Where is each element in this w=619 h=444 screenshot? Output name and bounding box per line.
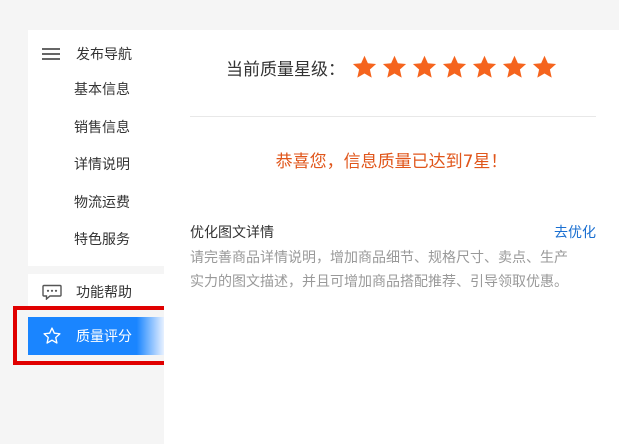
rating-label: 当前质量星级： (226, 59, 345, 80)
optimize-desc-line-2: 实力的图文描述，并且可增加商品搭配推荐、引导领取优惠。 (190, 274, 568, 290)
rating-row: 当前质量星级： (226, 52, 561, 82)
star-icon (502, 55, 527, 78)
help-button[interactable]: 功能帮助 (28, 274, 164, 310)
main-panel: 当前质量星级： 恭喜您，信息质量已达到7星！ 优化图文详情 去优化 请完善商品详… (164, 30, 619, 444)
nav-item-basic-info[interactable]: 基本信息 (74, 80, 130, 118)
divider (190, 116, 596, 117)
nav-item-detail-desc[interactable]: 详情说明 (74, 155, 130, 193)
chat-bubble-icon (42, 284, 62, 300)
menu-icon (42, 47, 60, 61)
star-icon (412, 55, 437, 78)
nav-item-special-service[interactable]: 特色服务 (74, 230, 130, 268)
star-icon (472, 55, 497, 78)
nav-items: 基本信息 销售信息 详情说明 物流运费 特色服务 (74, 80, 130, 268)
congrats-message: 恭喜您，信息质量已达到7星！ (275, 152, 508, 172)
star-outline-icon (43, 327, 61, 344)
nav-title: 发布导航 (76, 47, 132, 63)
star-icon (352, 55, 377, 78)
nav-item-shipping[interactable]: 物流运费 (74, 193, 130, 231)
star-icon (532, 55, 557, 78)
optimize-description: 请完善商品详情说明，增加商品细节、规格尺寸、卖点、生产 实力的图文描述，并且可增… (190, 246, 600, 294)
star-icon (382, 55, 407, 78)
help-label: 功能帮助 (76, 285, 132, 301)
quality-score-button[interactable]: 质量评分 (28, 317, 164, 355)
star-icon (442, 55, 467, 78)
publish-nav-card: 发布导航 基本信息 销售信息 详情说明 物流运费 特色服务 (28, 30, 164, 266)
quality-score-label: 质量评分 (76, 329, 132, 345)
nav-header: 发布导航 (42, 44, 132, 64)
optimize-title: 优化图文详情 (190, 225, 274, 241)
optimize-link[interactable]: 去优化 (554, 222, 596, 242)
nav-item-sales-info[interactable]: 销售信息 (74, 118, 130, 156)
optimize-desc-line-1: 请完善商品详情说明，增加商品细节、规格尺寸、卖点、生产 (190, 250, 568, 266)
star-rating (351, 54, 561, 81)
sidebar: 发布导航 基本信息 销售信息 详情说明 物流运费 特色服务 功能帮助 质量评分 (28, 30, 164, 444)
